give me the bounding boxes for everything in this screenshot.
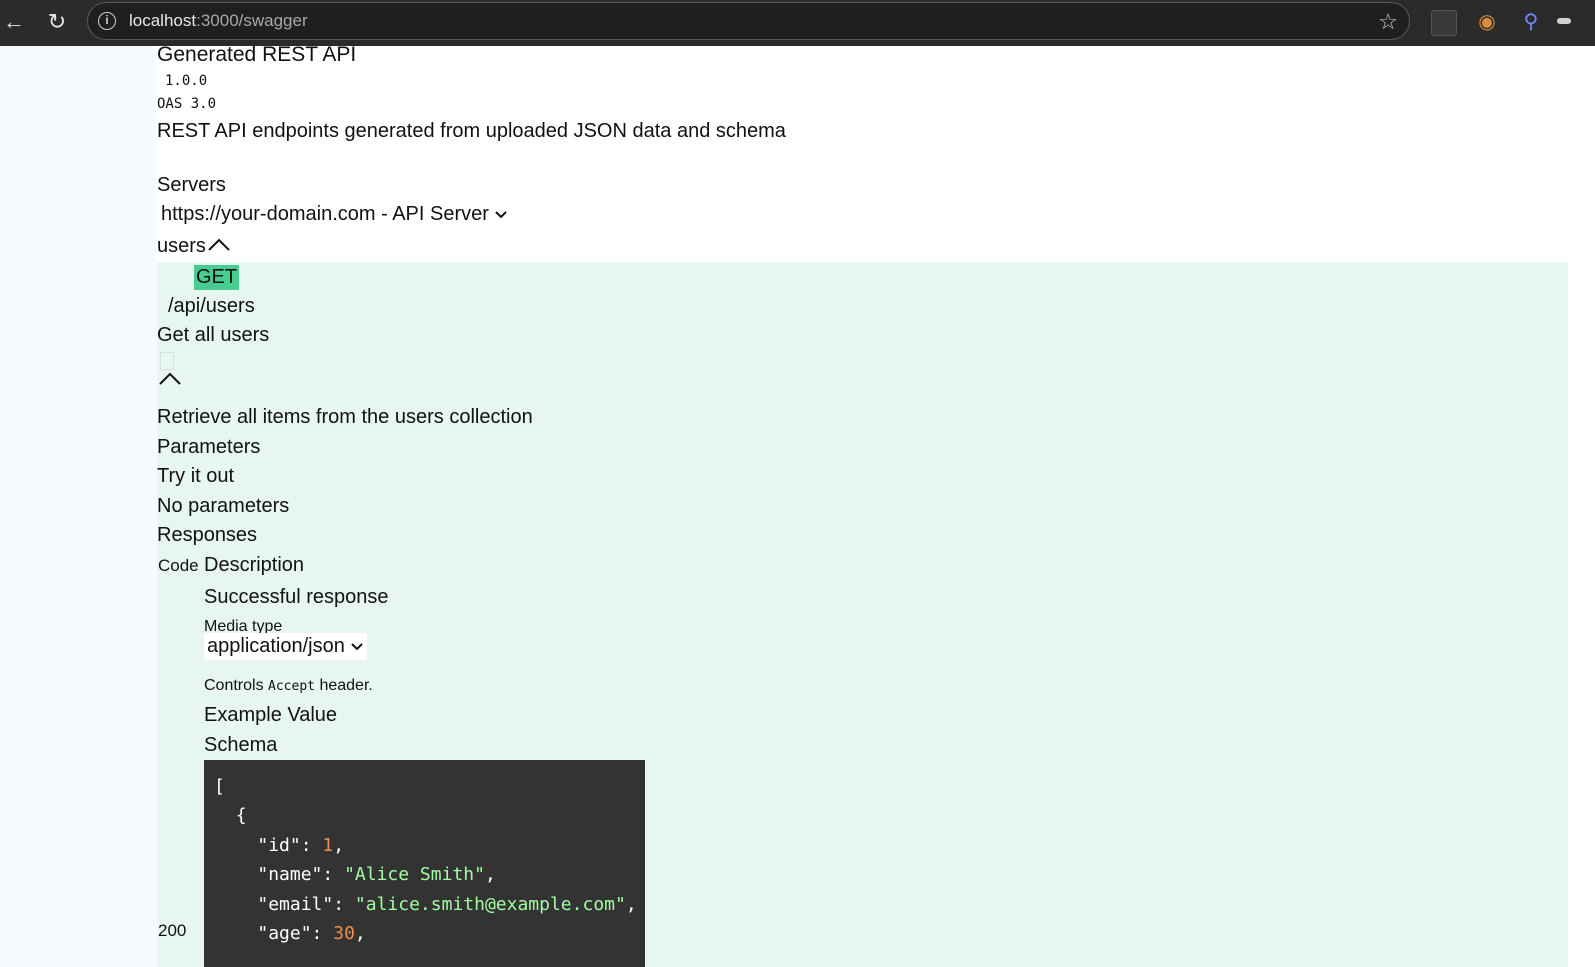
server-select-value: https://your-domain.com - API Server (161, 203, 489, 225)
code-line: { (214, 801, 645, 830)
address-bar[interactable]: i localhost:3000/swagger ☆ (87, 2, 1410, 40)
api-version: 1.0.0 (165, 73, 208, 89)
copy-icon[interactable] (160, 352, 174, 370)
oas-version: OAS 3.0 (157, 96, 217, 112)
api-description: REST API endpoints generated from upload… (157, 120, 786, 142)
code-token: : (333, 893, 355, 915)
code-token: , (484, 864, 496, 886)
code-token: : (300, 834, 323, 856)
operation-get-users: GET /api/users Get all users Retrieve al… (157, 262, 1568, 967)
controls-accept-note: Controls Accept header. (204, 677, 373, 695)
no-parameters-text: No parameters (157, 495, 290, 517)
response-description: Successful response (204, 586, 389, 608)
code-token: , (625, 893, 637, 915)
code-token: : (311, 922, 334, 944)
back-arrow-icon[interactable]: ← (0, 8, 28, 36)
accept-code: Accept (268, 679, 315, 694)
chevron-up-icon[interactable] (206, 237, 232, 253)
operation-summary[interactable]: Get all users (157, 324, 269, 347)
media-type-select[interactable]: application/json (204, 633, 368, 660)
code-line: "age": 30, (214, 919, 645, 948)
chevron-up-icon (159, 372, 181, 385)
servers-label: Servers (157, 174, 226, 196)
tag-name: users (157, 235, 206, 257)
api-title: Generated REST API (157, 43, 357, 66)
code-token: 1 (322, 834, 334, 856)
response-code: 200 (158, 921, 187, 940)
code-token: , (354, 922, 366, 944)
responses-heading: Responses (157, 524, 258, 546)
url-rest: :3000/swagger (196, 11, 308, 30)
code-line: [ (214, 772, 645, 801)
extension-icon[interactable] (1431, 10, 1457, 36)
url-host: localhost (129, 11, 197, 30)
description-column-header: Description (204, 554, 305, 576)
method-badge[interactable]: GET (194, 265, 240, 290)
parameters-heading: Parameters (157, 436, 261, 458)
code-line: "id": 1, (214, 831, 645, 860)
code-token: : (322, 864, 345, 886)
code-line: "email": "alice.smith@example.com", (214, 890, 645, 919)
collapse-chevron-icon[interactable] (157, 370, 183, 393)
code-token: "id" (257, 834, 301, 856)
code-token: "age" (257, 922, 312, 944)
media-type-value: application/json (207, 635, 345, 657)
code-token: "Alice Smith" (344, 864, 485, 886)
chevron-down-icon (495, 211, 508, 219)
code-token: , (333, 834, 345, 856)
code-token: { (235, 805, 247, 827)
reload-icon[interactable]: ↻ (43, 8, 71, 36)
code-token: "email" (257, 893, 334, 915)
code-token: [ (214, 776, 225, 797)
chevron-down-icon (351, 643, 364, 651)
tag-header-users[interactable]: users (157, 235, 232, 258)
operation-path[interactable]: /api/users (168, 295, 255, 318)
code-token: "name" (257, 864, 323, 886)
cookie-icon[interactable]: ◉ (1475, 10, 1499, 34)
star-icon[interactable]: ☆ (1378, 9, 1398, 35)
info-icon[interactable]: i (98, 12, 116, 30)
example-value-tab[interactable]: Example Value (204, 704, 337, 727)
code-line: "name": "Alice Smith", (214, 860, 645, 889)
search-extension-icon[interactable]: ⚲ (1519, 10, 1543, 34)
code-column-header: Code (158, 556, 199, 575)
controls-prefix: Controls (204, 677, 269, 694)
url-text[interactable]: localhost:3000/swagger (129, 11, 308, 31)
menu-icon[interactable] (1557, 18, 1571, 24)
code-token: 30 (333, 922, 355, 944)
page-scrollbar[interactable] (1568, 46, 1595, 967)
example-json-block: [ { "id": 1, "name": "Alice Smith", "ema… (204, 760, 645, 967)
browser-toolbar: ← ↻ i localhost:3000/swagger ☆ ◉ ⚲ (0, 0, 1595, 46)
left-margin (0, 46, 156, 967)
try-it-out-button[interactable]: Try it out (157, 465, 234, 488)
controls-suffix: header. (315, 677, 373, 694)
server-select[interactable]: https://your-domain.com - API Server (161, 203, 508, 226)
operation-description: Retrieve all items from the users collec… (157, 406, 533, 428)
schema-tab[interactable]: Schema (204, 734, 277, 757)
code-token: "alice.smith@example.com" (354, 893, 626, 915)
